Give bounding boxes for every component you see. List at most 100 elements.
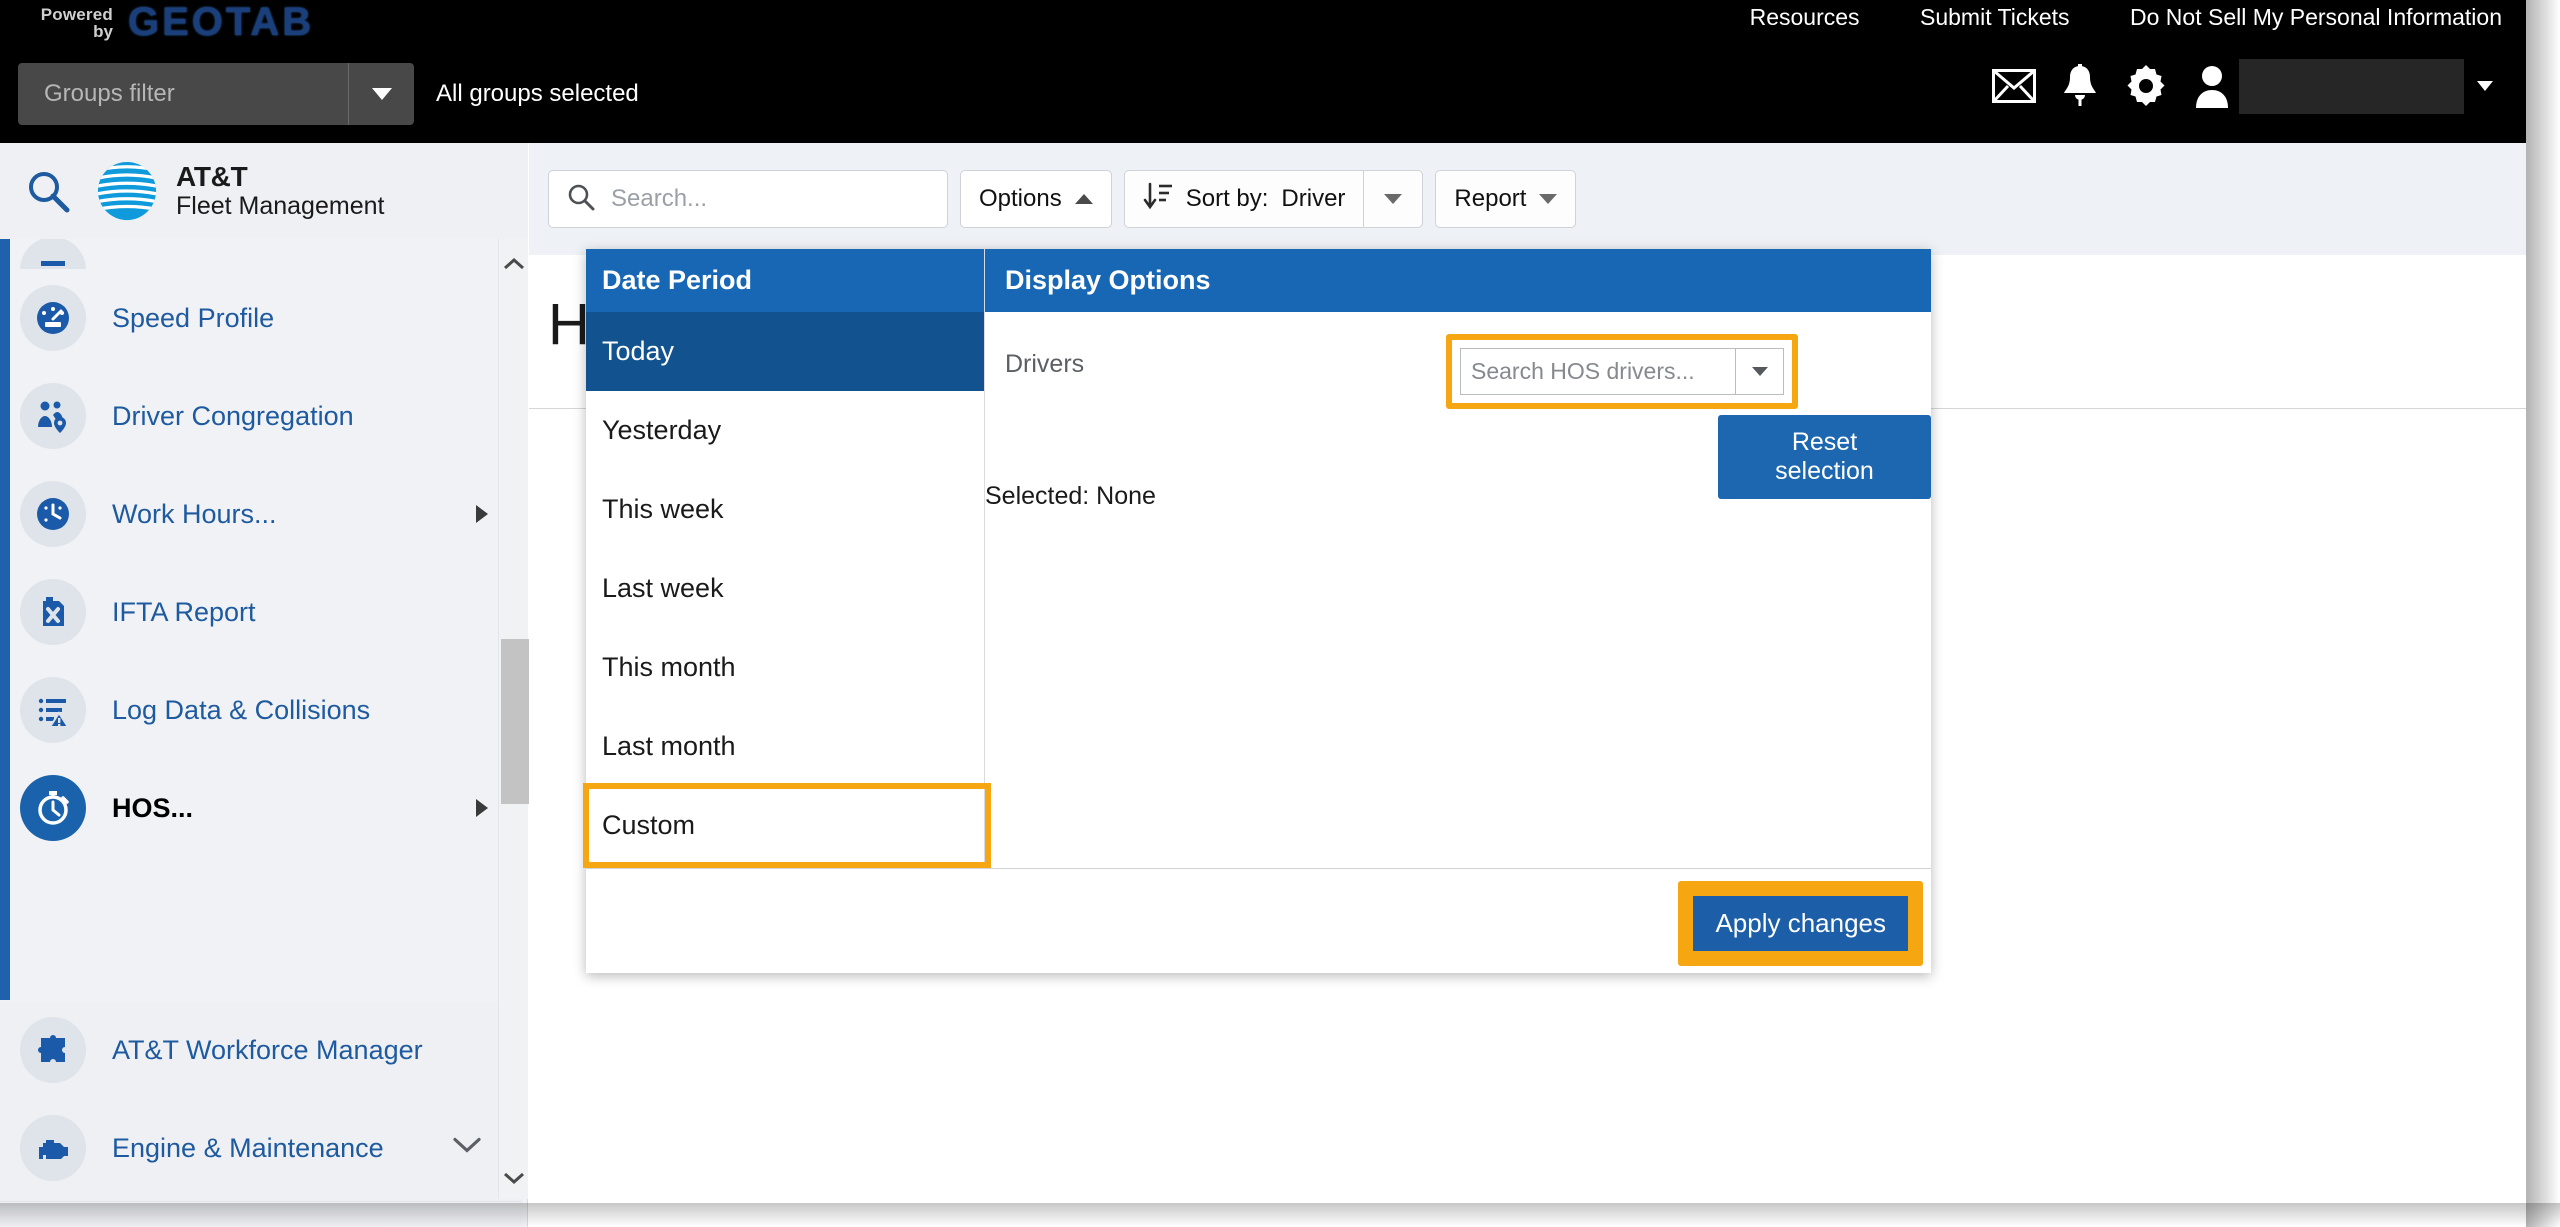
content-toolbar: Search... Options Sort by: Driver Report — [529, 143, 2526, 255]
mail-icon[interactable] — [1981, 58, 2047, 114]
engine-icon — [20, 1115, 86, 1181]
do-not-sell-link[interactable]: Do Not Sell My Personal Information — [2130, 4, 2502, 31]
date-period-column: Date Period Today Yesterday This week La… — [583, 249, 991, 868]
sort-by-label: Sort by: — [1185, 185, 1269, 212]
sidebar-item-label: Log Data & Collisions — [112, 694, 371, 725]
chevron-down-icon[interactable] — [348, 63, 414, 125]
display-options-header: Display Options — [985, 249, 1931, 312]
date-period-item-label: This month — [602, 652, 736, 682]
gear-icon[interactable] — [2113, 58, 2179, 114]
sidebar-item-speed-profile[interactable]: Speed Profile — [0, 269, 522, 367]
date-period-item-this-month[interactable]: This month — [586, 628, 984, 707]
sidebar-item-ifta-report[interactable]: IFTA Report — [0, 563, 522, 661]
search-input[interactable]: Search... — [548, 170, 948, 228]
drivers-search-highlight: Search HOS drivers... — [1446, 334, 1798, 409]
chevron-up-icon[interactable] — [499, 249, 529, 279]
options-panel-footer: Apply changes — [586, 868, 1931, 973]
sort-descending-icon — [1143, 182, 1173, 217]
powered-by-line1: Powered — [40, 5, 113, 24]
sidebar-item-work-hours[interactable]: Work Hours... — [0, 465, 522, 563]
bell-icon[interactable] — [2047, 58, 2113, 114]
date-period-item-yesterday[interactable]: Yesterday — [586, 391, 984, 470]
sidebar-item-log-data-collisions[interactable]: Log Data & Collisions — [0, 661, 522, 759]
date-period-item-label: Last month — [602, 731, 736, 761]
sidebar-item-driver-congregation[interactable]: Driver Congregation — [0, 367, 522, 465]
display-options-body: Drivers Search HOS drivers... Reset sele… — [985, 312, 1931, 868]
top-navigation-bar: Powered by GEOTAB Groups filter All grou… — [0, 0, 2526, 143]
att-fleet-management-logo: AT&T Fleet Management — [96, 160, 384, 222]
date-period-item-last-month[interactable]: Last month — [586, 707, 984, 786]
sidebar-item-hos[interactable]: HOS... — [0, 759, 522, 857]
user-icon[interactable] — [2179, 58, 2245, 114]
date-period-item-last-week[interactable]: Last week — [586, 549, 984, 628]
date-period-item-custom[interactable]: Custom — [583, 783, 991, 868]
submit-tickets-link[interactable]: Submit Tickets — [1920, 4, 2070, 31]
sidebar-lower-section: AT&T Workforce Manager Engine & Maintena… — [0, 1001, 522, 1227]
sort-by-dropdown-toggle[interactable] — [1363, 170, 1424, 228]
date-period-item-label: Custom — [602, 810, 696, 840]
date-period-item-label: Yesterday — [602, 415, 722, 445]
sidebar-header: AT&T Fleet Management — [0, 143, 528, 239]
sidebar-item-att-workforce-manager[interactable]: AT&T Workforce Manager — [0, 1001, 522, 1099]
caret-down-icon — [1539, 194, 1558, 204]
report-label: Report — [1454, 185, 1527, 212]
sort-by-button[interactable]: Sort by: Driver — [1123, 170, 1364, 228]
att-brand-line2: Fleet Management — [176, 191, 385, 220]
chevron-right-icon — [476, 799, 488, 817]
sidebar: AT&T Fleet Management Speed Profile Driv… — [0, 143, 529, 1227]
sidebar-item-label: HOS... — [112, 792, 194, 823]
date-period-item-today[interactable]: Today — [586, 312, 984, 391]
options-panel-body: Date Period Today Yesterday This week La… — [583, 249, 1931, 868]
apply-changes-highlight: Apply changes — [1678, 881, 1923, 966]
att-globe-icon — [97, 161, 157, 221]
scrollbar-thumb[interactable] — [501, 639, 529, 804]
list-alert-icon — [20, 677, 86, 743]
chevron-down-icon[interactable] — [2464, 58, 2506, 114]
sidebar-scrollbar[interactable] — [498, 239, 529, 1199]
chevron-right-icon — [476, 505, 488, 523]
geotab-logo: GEOTAB — [128, 0, 315, 44]
search-icon — [567, 183, 595, 216]
reset-selection-button[interactable]: Reset selection — [1718, 415, 1931, 499]
apply-changes-button[interactable]: Apply changes — [1693, 896, 1908, 951]
sort-by-value: Driver — [1281, 185, 1346, 212]
groups-status-label: All groups selected — [436, 80, 639, 107]
date-period-item-label: Today — [602, 336, 675, 366]
sidebar-nav-scroll-region: Speed Profile Driver Congregation Work H… — [0, 239, 522, 1001]
resources-link[interactable]: Resources — [1750, 4, 1860, 31]
speedometer-icon — [20, 285, 86, 351]
sidebar-item-partial[interactable] — [0, 239, 522, 269]
options-button[interactable]: Options — [960, 170, 1112, 228]
display-options-column: Display Options Drivers Search HOS drive… — [985, 249, 1931, 868]
partial-item-icon — [20, 239, 86, 269]
report-button[interactable]: Report — [1435, 170, 1577, 228]
sidebar-divider — [0, 1201, 522, 1202]
page-edge-shadow-right — [2526, 0, 2560, 1227]
date-period-item-this-week[interactable]: This week — [586, 470, 984, 549]
drivers-label: Drivers — [1005, 350, 1085, 378]
groups-filter-dropdown[interactable]: Groups filter — [18, 63, 414, 125]
caret-down-icon[interactable] — [1735, 349, 1783, 394]
caret-down-icon — [1384, 194, 1403, 204]
main-content: Search... Options Sort by: Driver Report… — [529, 143, 2526, 1227]
people-pin-icon — [20, 383, 86, 449]
search-icon[interactable] — [0, 169, 96, 213]
sidebar-item-label: Driver Congregation — [112, 400, 354, 431]
fuel-can-icon — [20, 579, 86, 645]
att-brand-line1: AT&T — [176, 161, 248, 193]
puzzle-icon — [20, 1017, 86, 1083]
date-period-item-label: Last week — [602, 573, 724, 603]
options-dropdown-panel: Date Period Today Yesterday This week La… — [583, 249, 1931, 973]
stopwatch-icon — [20, 775, 86, 841]
app-window: Powered by GEOTAB Groups filter All grou… — [0, 0, 2560, 1227]
powered-by-line2: by — [93, 22, 113, 41]
groups-filter-placeholder: Groups filter — [44, 80, 175, 107]
sidebar-item-engine-maintenance[interactable]: Engine & Maintenance — [0, 1099, 522, 1197]
selected-drivers-status: Selected: None — [985, 482, 1156, 510]
chevron-down-icon[interactable] — [499, 1163, 529, 1193]
sidebar-item-label: AT&T Workforce Manager — [112, 1034, 423, 1065]
search-placeholder: Search... — [611, 185, 708, 212]
chevron-down-icon[interactable] — [452, 1137, 482, 1160]
caret-up-icon — [1074, 194, 1093, 204]
drivers-search-input[interactable]: Search HOS drivers... — [1460, 348, 1784, 395]
